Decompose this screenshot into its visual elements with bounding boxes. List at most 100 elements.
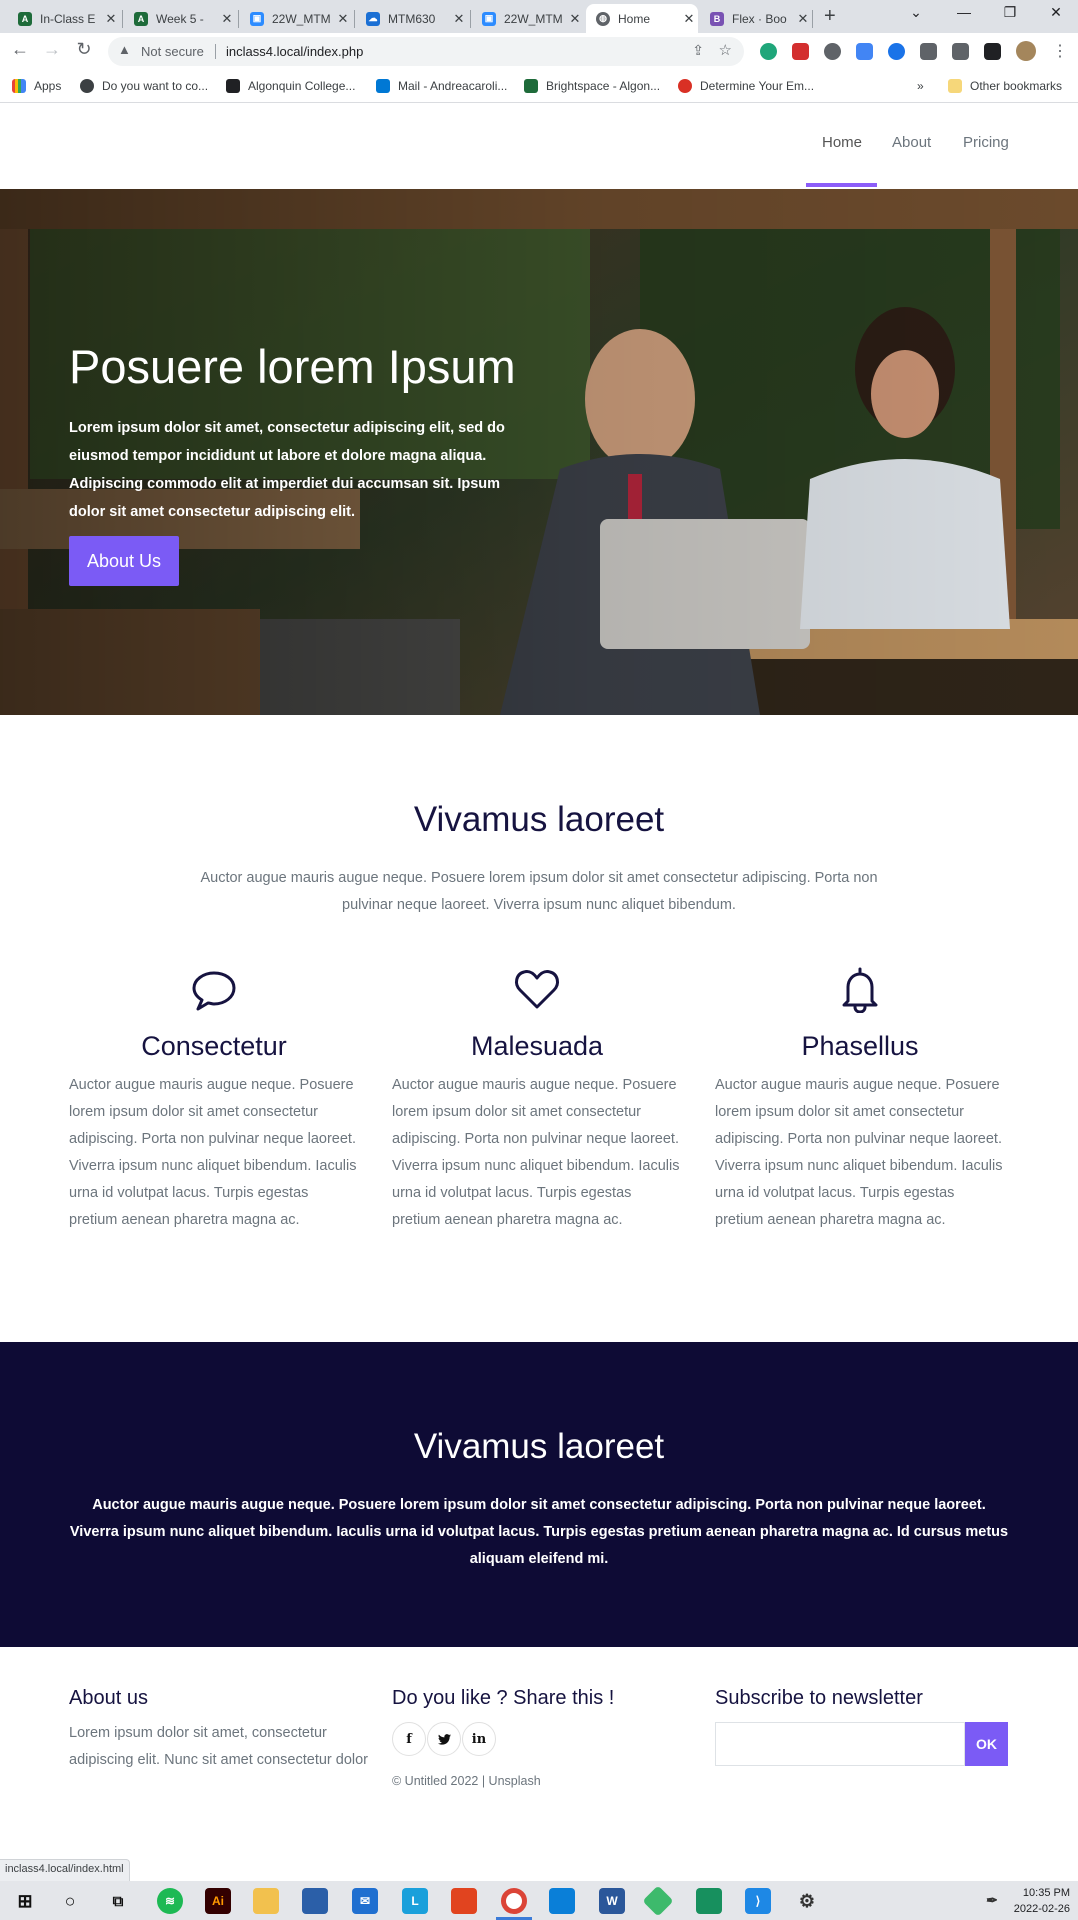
tab-divider bbox=[812, 10, 813, 28]
not-secure-label: Not secure bbox=[141, 44, 204, 59]
grammarly-icon[interactable] bbox=[760, 43, 777, 60]
bookmark-item[interactable]: Do you want to co... bbox=[80, 79, 208, 93]
other-bookmarks[interactable]: Other bookmarks bbox=[948, 79, 1062, 93]
new-tab-icon[interactable]: + bbox=[824, 5, 836, 28]
onedrive-icon[interactable] bbox=[888, 43, 905, 60]
tab-close-icon[interactable]: ✕ bbox=[566, 11, 584, 27]
nav-home[interactable]: Home bbox=[822, 134, 862, 151]
status-bar-url: inclass4.local/index.html bbox=[0, 1859, 130, 1881]
bookmark-item[interactable]: Algonquin College... bbox=[226, 79, 355, 93]
twitter-icon[interactable] bbox=[427, 1722, 461, 1756]
newsletter-ok-button[interactable]: OK bbox=[965, 1722, 1008, 1766]
bookmark-apps[interactable]: Apps bbox=[12, 79, 61, 93]
tab-title: Week 5 - bbox=[156, 11, 204, 26]
profile-avatar[interactable] bbox=[1016, 41, 1036, 61]
bookmarks-bar: Apps Do you want to co... Algonquin Coll… bbox=[0, 70, 1078, 103]
browser-tab-active[interactable]: ◍ Home ✕ bbox=[586, 4, 698, 33]
footer-about-text: Lorem ipsum dolor sit amet, consectetur … bbox=[69, 1725, 369, 1768]
tab-favicon-icon: ▣ bbox=[482, 11, 496, 26]
linkedin-icon[interactable]: in bbox=[462, 1722, 496, 1756]
feature-title: Phasellus bbox=[801, 1031, 919, 1061]
tab-close-icon[interactable]: ✕ bbox=[218, 11, 236, 27]
illustrator-icon[interactable]: Ai bbox=[205, 1888, 231, 1914]
tab-search-icon[interactable]: ⌄ bbox=[893, 4, 939, 21]
omnibox-divider bbox=[215, 44, 216, 59]
feature-text: Auctor augue mauris augue neque. Posuere… bbox=[392, 1077, 680, 1228]
l-app-icon[interactable]: L bbox=[402, 1888, 428, 1914]
browser-tab[interactable]: A In-Class E ✕ bbox=[8, 4, 120, 33]
address-bar[interactable]: ▲ Not secure inclass4.local/index.php ⇪ … bbox=[108, 37, 744, 66]
nav-about[interactable]: About bbox=[892, 134, 931, 151]
store-icon[interactable] bbox=[302, 1888, 328, 1914]
hero-section: Posuere lorem Ipsum Lorem ipsum dolor si… bbox=[0, 189, 1078, 715]
tab-close-icon[interactable]: ✕ bbox=[334, 11, 352, 27]
globe-icon bbox=[80, 79, 94, 93]
settings-gear-icon[interactable]: ⚙ bbox=[794, 1888, 820, 1914]
facebook-icon[interactable]: f bbox=[392, 1722, 426, 1756]
bookmark-item[interactable]: Mail - Andreacaroli... bbox=[376, 79, 507, 93]
share-icon[interactable]: ⇪ bbox=[692, 42, 704, 59]
search-circle-icon[interactable]: ○ bbox=[57, 1888, 83, 1914]
task-view-icon[interactable]: ⧉ bbox=[105, 1888, 131, 1914]
pen-icon[interactable]: ✒ bbox=[982, 1890, 1002, 1910]
browser-tab[interactable]: ▣ 22W_MTM ✕ bbox=[472, 4, 584, 33]
copyright-text: © Untitled 2022 | Unsplash bbox=[392, 1774, 541, 1788]
office-icon[interactable] bbox=[451, 1888, 477, 1914]
file-explorer-icon[interactable] bbox=[253, 1888, 279, 1914]
outlook-icon[interactable] bbox=[549, 1888, 575, 1914]
windows-start-icon[interactable]: ⊞ bbox=[12, 1888, 38, 1914]
back-icon[interactable]: ← bbox=[8, 39, 32, 60]
spotify-icon[interactable]: ≋ bbox=[157, 1888, 183, 1914]
footer-about: About us Lorem ipsum dolor sit amet, con… bbox=[69, 1687, 369, 1774]
acrobat-icon[interactable] bbox=[792, 43, 809, 60]
restore-icon[interactable]: ❐ bbox=[987, 4, 1033, 21]
tab-favicon-icon: ▣ bbox=[250, 11, 264, 26]
tab-divider bbox=[470, 10, 471, 28]
tab-close-icon[interactable]: ✕ bbox=[680, 11, 698, 27]
cloud-icon[interactable] bbox=[824, 43, 841, 60]
outlook-icon bbox=[376, 79, 390, 93]
close-window-icon[interactable]: ✕ bbox=[1033, 4, 1078, 21]
browser-tab[interactable]: ☁ MTM630 ✕ bbox=[356, 4, 468, 33]
forward-icon[interactable]: → bbox=[40, 39, 64, 60]
other-bookmarks-label: Other bookmarks bbox=[970, 79, 1063, 93]
extensions-puzzle-icon[interactable] bbox=[920, 43, 937, 60]
about-us-button[interactable]: About Us bbox=[69, 536, 179, 586]
browser-tab[interactable]: A Week 5 - ✕ bbox=[124, 4, 236, 33]
browser-tab[interactable]: ▣ 22W_MTM ✕ bbox=[240, 4, 352, 33]
tab-title: 22W_MTM bbox=[272, 11, 331, 26]
feature-text: Auctor augue mauris augue neque. Posuere… bbox=[69, 1077, 357, 1228]
nav-pricing[interactable]: Pricing bbox=[963, 134, 1009, 151]
bookmark-star-icon[interactable]: ☆ bbox=[719, 41, 732, 59]
translate-icon[interactable] bbox=[856, 43, 873, 60]
mail-icon[interactable]: ✉ bbox=[352, 1888, 378, 1914]
bookmarks-overflow-icon[interactable]: » bbox=[917, 79, 924, 93]
warning-icon: ▲ bbox=[118, 42, 131, 57]
tab-title: MTM630 bbox=[388, 11, 436, 26]
chrome-icon[interactable] bbox=[501, 1888, 527, 1914]
bookmark-item[interactable]: Determine Your Em... bbox=[678, 79, 814, 93]
reload-icon[interactable]: ↻ bbox=[72, 39, 96, 60]
app-hexagon-icon[interactable] bbox=[696, 1888, 722, 1914]
footer-share: Do you like ? Share this ! f in © Untitl… bbox=[392, 1687, 692, 1788]
url-text[interactable]: inclass4.local/index.php bbox=[226, 44, 363, 59]
footer-newsletter: Subscribe to newsletter OK bbox=[715, 1687, 1015, 1766]
tab-close-icon[interactable]: ✕ bbox=[794, 11, 812, 27]
tab-close-icon[interactable]: ✕ bbox=[102, 11, 120, 27]
vscode-icon[interactable]: ⟩ bbox=[745, 1888, 771, 1914]
newsletter-email-input[interactable] bbox=[715, 1722, 965, 1766]
browser-tab[interactable]: B Flex · Boo ✕ bbox=[700, 4, 812, 33]
minimize-icon[interactable]: — bbox=[941, 4, 987, 20]
more-menu-icon[interactable]: ⋮ bbox=[1052, 41, 1068, 61]
tab-close-icon[interactable]: ✕ bbox=[450, 11, 468, 27]
tab-title: Home bbox=[618, 11, 651, 26]
bookmark-label: Do you want to co... bbox=[102, 79, 209, 93]
nav-active-indicator bbox=[806, 183, 877, 187]
bookmark-item[interactable]: Brightspace - Algon... bbox=[524, 79, 660, 93]
algonquin-icon bbox=[226, 79, 240, 93]
app-diamond-icon[interactable] bbox=[642, 1885, 674, 1917]
system-clock[interactable]: 10:35 PM 2022-02-26 bbox=[1014, 1885, 1070, 1917]
side-panel-icon[interactable] bbox=[984, 43, 1001, 60]
reading-list-icon[interactable] bbox=[952, 43, 969, 60]
word-icon[interactable]: W bbox=[599, 1888, 625, 1914]
